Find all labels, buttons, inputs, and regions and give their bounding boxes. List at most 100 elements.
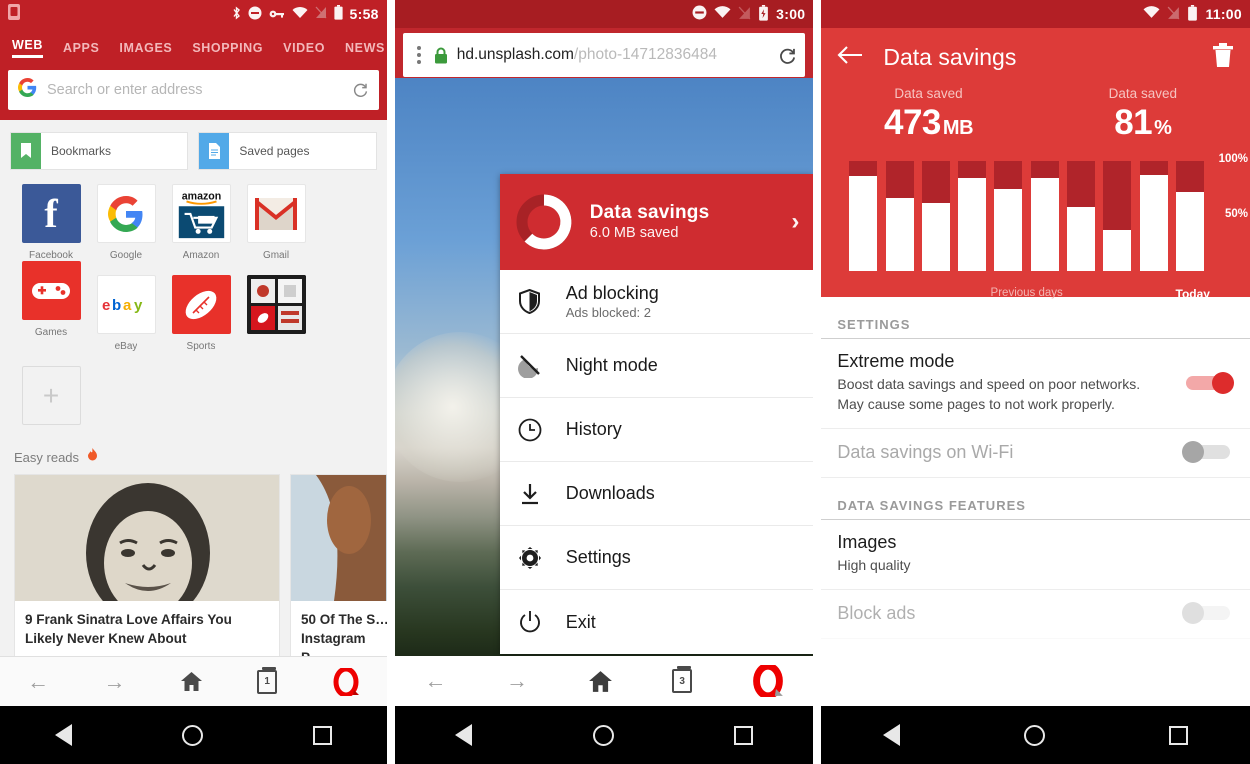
- extreme-mode-toggle[interactable]: [1182, 371, 1234, 394]
- tab-news[interactable]: NEWS: [345, 41, 385, 58]
- tab-images[interactable]: IMAGES: [119, 41, 172, 58]
- home-icon[interactable]: [588, 670, 613, 693]
- android-recents-button[interactable]: [1169, 725, 1189, 745]
- kebab-menu-icon[interactable]: [413, 46, 425, 64]
- opera-logo-icon[interactable]: [752, 665, 784, 697]
- chart-bar-fill: [1067, 207, 1096, 271]
- data-savings-hero: Data savings Data saved 473 MB Data saved…: [821, 28, 1250, 301]
- menu-item-night-mode[interactable]: Night mode: [499, 334, 814, 398]
- speed-dial-facebook[interactable]: f Facebook: [14, 184, 88, 261]
- forward-arrow-icon[interactable]: →: [104, 669, 126, 695]
- signal-off-icon: [738, 6, 751, 23]
- news-card-title[interactable]: 9 Frank Sinatra Love Affairs You Likely …: [15, 601, 279, 652]
- android-back-button[interactable]: [455, 724, 472, 746]
- svg-text:e: e: [102, 297, 110, 314]
- menu-item-downloads[interactable]: Downloads: [499, 462, 814, 526]
- trash-icon[interactable]: [1212, 42, 1234, 73]
- back-arrow-icon[interactable]: [837, 45, 863, 70]
- omnibox-container-1: Search or enter address: [0, 64, 387, 120]
- android-recents-button[interactable]: [312, 725, 332, 745]
- chart-bar-fill: [1139, 175, 1168, 271]
- chart-bar-fill: [1103, 230, 1132, 271]
- easy-reads-header: Easy reads: [0, 432, 387, 474]
- chevron-right-icon[interactable]: ›: [791, 208, 799, 236]
- stat-data-saved-mb: Data saved 473 MB: [821, 86, 1035, 143]
- tab-counter-button[interactable]: 1: [257, 666, 278, 694]
- address-bar[interactable]: hd.unsplash.com/photo-14712836484: [402, 33, 806, 77]
- url-text[interactable]: hd.unsplash.com/photo-14712836484: [457, 46, 770, 64]
- feature-images[interactable]: Images High quality: [821, 520, 1250, 590]
- news-card[interactable]: 9 Frank Sinatra Love Affairs You Likely …: [14, 474, 280, 668]
- setting-description: Boost data savings and speed on poor net…: [837, 376, 1141, 412]
- speed-dial-sports[interactable]: Sports: [164, 275, 238, 352]
- search-input[interactable]: Search or enter address: [8, 70, 379, 110]
- tab-web[interactable]: WEB: [12, 38, 43, 58]
- android-home-button[interactable]: [1024, 724, 1046, 746]
- google-g-icon: [18, 78, 37, 102]
- tab-apps[interactable]: APPS: [63, 41, 99, 58]
- data-savings-wifi-toggle[interactable]: [1181, 441, 1234, 463]
- shortcut-saved-pages[interactable]: Saved pages: [198, 132, 377, 170]
- menu-item-history[interactable]: History: [499, 398, 814, 462]
- chart-xtick-previous-days: Previous days: [990, 287, 1063, 299]
- category-tab-bar[interactable]: WEB APPS IMAGES SHOPPING VIDEO NEWS ▸: [0, 28, 387, 64]
- setting-data-savings-wifi[interactable]: Data savings on Wi-Fi: [821, 429, 1250, 478]
- speed-dial-ebay[interactable]: e b a y eBay: [89, 275, 163, 352]
- tab-shopping[interactable]: SHOPPING: [192, 41, 263, 58]
- folder-icon: [246, 275, 306, 334]
- reload-icon[interactable]: [778, 47, 796, 64]
- forward-arrow-icon[interactable]: →: [506, 668, 528, 694]
- android-home-button[interactable]: [181, 724, 203, 746]
- speed-dial-label: Amazon: [182, 250, 220, 261]
- speed-dial-label: Facebook: [29, 250, 73, 261]
- speed-dial-amazon[interactable]: amazon Amazon: [164, 184, 238, 261]
- android-back-button[interactable]: [54, 724, 72, 746]
- speed-dial-games[interactable]: Games: [14, 261, 88, 352]
- feature-block-ads[interactable]: Block ads: [821, 590, 1250, 639]
- news-card[interactable]: 50 Of The S… Instagram P… BROBIBLE.COM: [290, 474, 387, 668]
- browser-toolbar-1: ← → 1: [0, 656, 387, 706]
- menu-item-exit[interactable]: Exit: [500, 590, 814, 654]
- chart-bar: [921, 161, 950, 271]
- speed-dial-add[interactable]: +: [14, 366, 88, 432]
- speed-dial-folder[interactable]: [239, 275, 313, 352]
- shortcut-label: Bookmarks: [51, 144, 112, 158]
- chart-bar: [958, 161, 987, 271]
- home-icon[interactable]: [180, 671, 203, 692]
- back-arrow-icon[interactable]: ←: [425, 668, 447, 694]
- url-host: hd.unsplash.com: [456, 46, 574, 63]
- setting-extreme-mode[interactable]: Extreme mode Boost data savings and spee…: [821, 339, 1250, 429]
- menu-item-settings[interactable]: Settings: [499, 526, 814, 590]
- block-ads-toggle[interactable]: [1181, 602, 1234, 624]
- android-home-button[interactable]: [592, 724, 614, 746]
- stat-number: 81: [1114, 103, 1153, 142]
- news-card-thumbnail: [15, 475, 279, 601]
- chart-bar-fill: [849, 176, 878, 271]
- gmail-icon: [246, 184, 306, 243]
- shield-icon: [516, 289, 544, 314]
- clock-icon: [516, 418, 544, 442]
- vpn-key-icon: [269, 7, 285, 22]
- reload-icon[interactable]: [352, 82, 369, 99]
- tab-video[interactable]: VIDEO: [283, 41, 325, 58]
- android-back-button[interactable]: [883, 724, 901, 746]
- opera-logo-icon[interactable]: [332, 667, 360, 696]
- back-arrow-icon[interactable]: ←: [27, 669, 49, 695]
- android-recents-button[interactable]: [734, 725, 754, 745]
- battery-icon: [333, 5, 343, 23]
- search-placeholder[interactable]: Search or enter address: [47, 82, 342, 98]
- menu-item-data-savings[interactable]: Data savings 6.0 MB saved ›: [499, 174, 814, 270]
- tab-counter-button[interactable]: 3: [672, 666, 693, 693]
- browser-toolbar-2: ← → 3: [394, 656, 814, 706]
- clock-label-1: 5:58: [349, 6, 379, 22]
- feature-title: Images: [837, 532, 897, 552]
- speed-dial-gmail[interactable]: Gmail: [239, 184, 313, 261]
- menu-item-ad-blocking[interactable]: Ad blocking Ads blocked: 2: [499, 270, 814, 334]
- shortcut-bookmarks[interactable]: Bookmarks: [10, 132, 189, 170]
- stat-label: Data saved: [1108, 86, 1177, 101]
- menu-item-text: Ad blocking Ads blocked: 2: [566, 283, 659, 320]
- speed-dial-google[interactable]: Google: [89, 184, 163, 261]
- clock-label-2: 3:00: [776, 6, 806, 22]
- speed-dial-label: Sports: [186, 341, 216, 352]
- plus-icon: +: [21, 366, 81, 425]
